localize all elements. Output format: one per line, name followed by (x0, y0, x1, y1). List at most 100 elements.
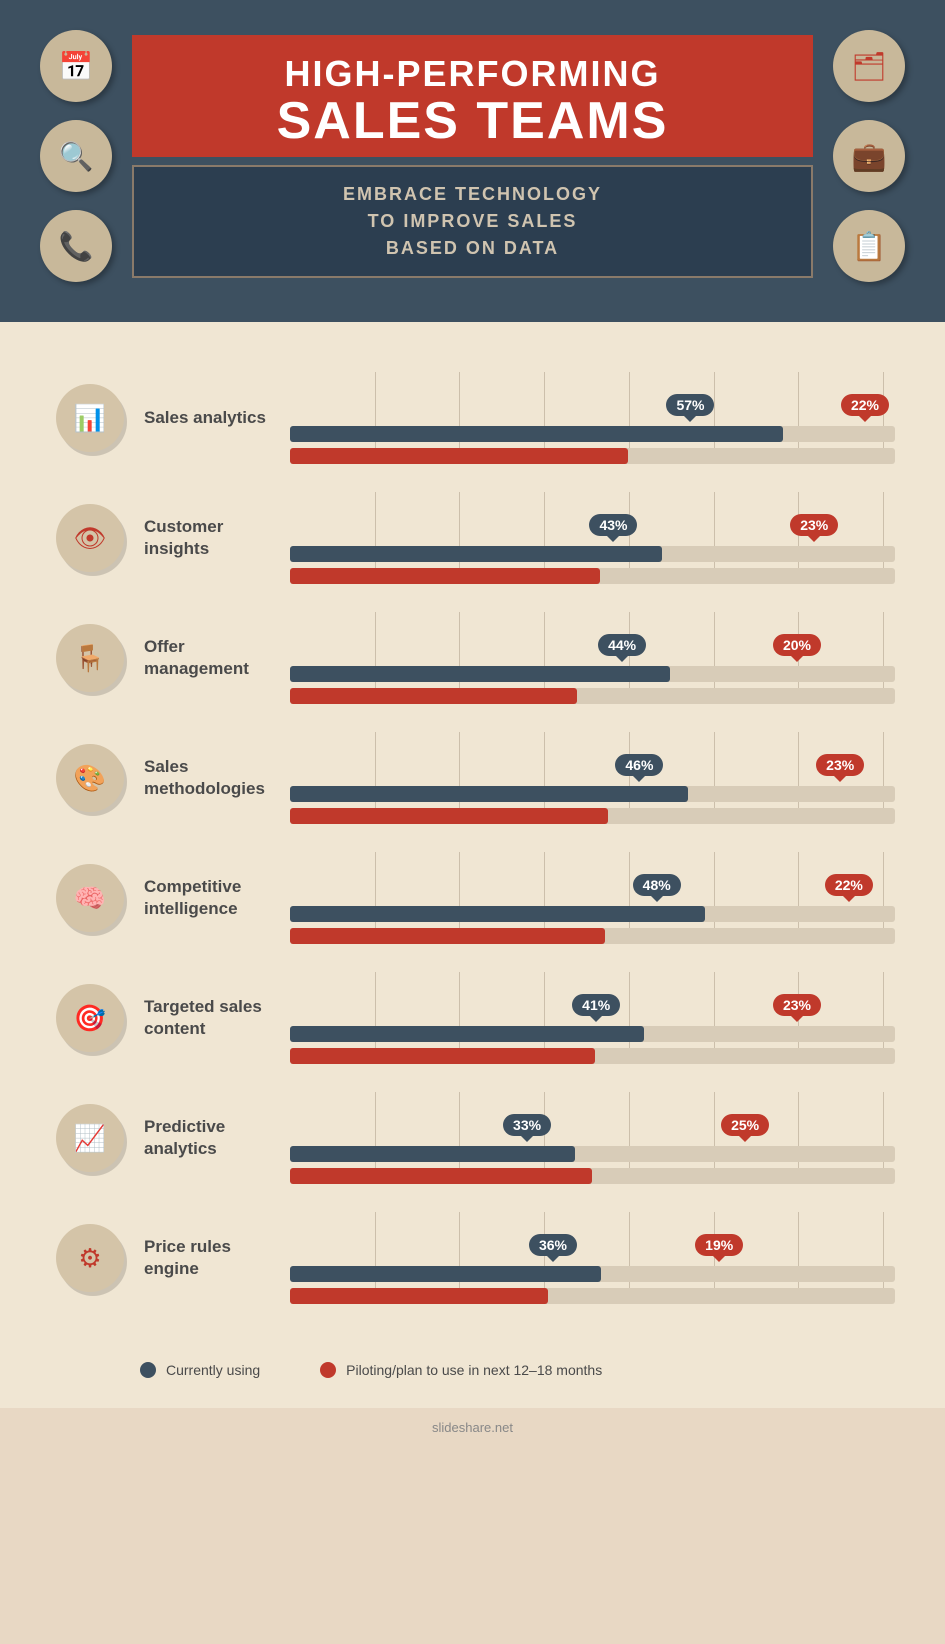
bar-red-predictive-analytics (290, 1168, 592, 1184)
icon-wrap-sales-analytics: 📊 (50, 384, 130, 452)
bar-track-dark-sales-methodologies (290, 786, 895, 802)
bar-dark-targeted-sales-content (290, 1026, 644, 1042)
bar-track-dark-price-rules-engine (290, 1266, 895, 1282)
bar-red-sales-analytics (290, 448, 628, 464)
bar-track-red-sales-methodologies (290, 808, 895, 824)
title-box: HIGH-PERFORMING SALES TEAMS (132, 35, 813, 157)
bar-track-red-targeted-sales-content (290, 1048, 895, 1064)
legend: Currently using Piloting/plan to use in … (50, 1362, 895, 1378)
bar-track-dark-offer-management (290, 666, 895, 682)
bar-track-dark-competitive-intelligence (290, 906, 895, 922)
bubble-dark-sales-methodologies: 46% (615, 754, 663, 776)
bar-track-red-predictive-analytics (290, 1168, 895, 1184)
bubble-red-predictive-analytics: 25% (721, 1114, 769, 1136)
bar-track-dark-sales-analytics (290, 426, 895, 442)
bar-dark-price-rules-engine (290, 1266, 601, 1282)
bubble-dark-offer-management: 44% (598, 634, 646, 656)
icon-predictive-analytics: 📈 (56, 1104, 124, 1172)
bubble-dark-sales-analytics: 57% (666, 394, 714, 416)
legend-currently-using: Currently using (140, 1362, 260, 1378)
legend-label-piloting: Piloting/plan to use in next 12–18 month… (346, 1362, 602, 1378)
header-left-icons: 📅 🔍 📞 (40, 30, 112, 282)
icon-sales-analytics: 📊 (56, 384, 124, 452)
phone-icon: 📞 (40, 210, 112, 282)
bubble-dark-predictive-analytics: 33% (503, 1114, 551, 1136)
label-competitive-intelligence: Competitive intelligence (130, 876, 290, 920)
bar-track-red-customer-insights (290, 568, 895, 584)
main-content: 📊 Sales analytics 57% 22% (0, 322, 945, 1408)
bubble-red-offer-management: 20% (773, 634, 821, 656)
legend-piloting: Piloting/plan to use in next 12–18 month… (320, 1362, 602, 1378)
clipboard-icon: 📋 (833, 210, 905, 282)
label-price-rules-engine: Price rules engine (130, 1236, 290, 1280)
icon-targeted-sales-content: 🎯 (56, 984, 124, 1052)
bubble-dark-customer-insights: 43% (589, 514, 637, 536)
row-targeted-sales-content: 🎯 Targeted sales content 41% 23% (50, 972, 895, 1064)
icon-wrap-price-rules-engine: ⚙ (50, 1224, 130, 1292)
bars-sales-methodologies: 46% 23% (290, 732, 895, 824)
bubble-red-targeted-sales-content: 23% (773, 994, 821, 1016)
bar-red-price-rules-engine (290, 1288, 548, 1304)
bar-track-dark-customer-insights (290, 546, 895, 562)
icon-price-rules-engine: ⚙ (56, 1224, 124, 1292)
bars-offer-management: 44% 20% (290, 612, 895, 704)
bar-red-customer-insights (290, 568, 600, 584)
bar-dark-sales-methodologies (290, 786, 688, 802)
icon-wrap-targeted-sales-content: 🎯 (50, 984, 130, 1052)
header-center: HIGH-PERFORMING SALES TEAMS EMBRACE TECH… (112, 35, 833, 278)
legend-label-currently: Currently using (166, 1362, 260, 1378)
bars-predictive-analytics: 33% 25% (290, 1092, 895, 1184)
bubble-red-sales-analytics: 22% (841, 394, 889, 416)
label-sales-methodologies: Sales methodologies (130, 756, 290, 800)
bubble-red-sales-methodologies: 23% (816, 754, 864, 776)
row-customer-insights: 👁 Customer insights 43% 23% (50, 492, 895, 584)
bar-track-red-sales-analytics (290, 448, 895, 464)
bar-track-dark-targeted-sales-content (290, 1026, 895, 1042)
bar-dark-offer-management (290, 666, 670, 682)
bar-red-offer-management (290, 688, 577, 704)
title-line1: HIGH-PERFORMING (162, 53, 783, 95)
header: 📅 🔍 📞 HIGH-PERFORMING SALES TEAMS EMBRAC… (0, 0, 945, 322)
legend-dot-dark (140, 1362, 156, 1378)
icon-wrap-offer-management: 🪑 (50, 624, 130, 692)
bar-red-sales-methodologies (290, 808, 608, 824)
icon-customer-insights: 👁 (56, 504, 124, 572)
row-offer-management: 🪑 Offer management 44% 20% (50, 612, 895, 704)
briefcase-icon: 💼 (833, 120, 905, 192)
row-predictive-analytics: 📈 Predictive analytics 33% 25% (50, 1092, 895, 1184)
bar-red-targeted-sales-content (290, 1048, 595, 1064)
icon-sales-methodologies: 🎨 (56, 744, 124, 812)
icon-wrap-predictive-analytics: 📈 (50, 1104, 130, 1172)
bar-dark-customer-insights (290, 546, 662, 562)
row-sales-methodologies: 🎨 Sales methodologies 46% 23% (50, 732, 895, 824)
header-right-icons: 🗂 💼 📋 (833, 30, 905, 282)
bars-price-rules-engine: 36% 19% (290, 1212, 895, 1304)
label-offer-management: Offer management (130, 636, 290, 680)
bubble-red-competitive-intelligence: 22% (825, 874, 873, 896)
bar-track-red-offer-management (290, 688, 895, 704)
bubble-dark-targeted-sales-content: 41% (572, 994, 620, 1016)
bar-track-red-competitive-intelligence (290, 928, 895, 944)
bars-customer-insights: 43% 23% (290, 492, 895, 584)
bar-dark-sales-analytics (290, 426, 783, 442)
icon-offer-management: 🪑 (56, 624, 124, 692)
subtitle-box: EMBRACE TECHNOLOGYTO IMPROVE SALESBASED … (132, 165, 813, 278)
row-price-rules-engine: ⚙ Price rules engine 36% 19% (50, 1212, 895, 1304)
magnify-icon: 🔍 (40, 120, 112, 192)
row-competitive-intelligence: 🧠 Competitive intelligence 48% 22% (50, 852, 895, 944)
label-predictive-analytics: Predictive analytics (130, 1116, 290, 1160)
icon-wrap-customer-insights: 👁 (50, 504, 130, 572)
footer: slideshare.net (0, 1408, 945, 1447)
legend-dot-red (320, 1362, 336, 1378)
bubble-dark-price-rules-engine: 36% (529, 1234, 577, 1256)
bar-dark-predictive-analytics (290, 1146, 575, 1162)
bars-sales-analytics: 57% 22% (290, 372, 895, 464)
bar-red-competitive-intelligence (290, 928, 605, 944)
icon-wrap-sales-methodologies: 🎨 (50, 744, 130, 812)
icon-wrap-competitive-intelligence: 🧠 (50, 864, 130, 932)
icon-competitive-intelligence: 🧠 (56, 864, 124, 932)
bubble-dark-competitive-intelligence: 48% (633, 874, 681, 896)
label-customer-insights: Customer insights (130, 516, 290, 560)
row-sales-analytics: 📊 Sales analytics 57% 22% (50, 372, 895, 464)
label-sales-analytics: Sales analytics (130, 407, 290, 429)
